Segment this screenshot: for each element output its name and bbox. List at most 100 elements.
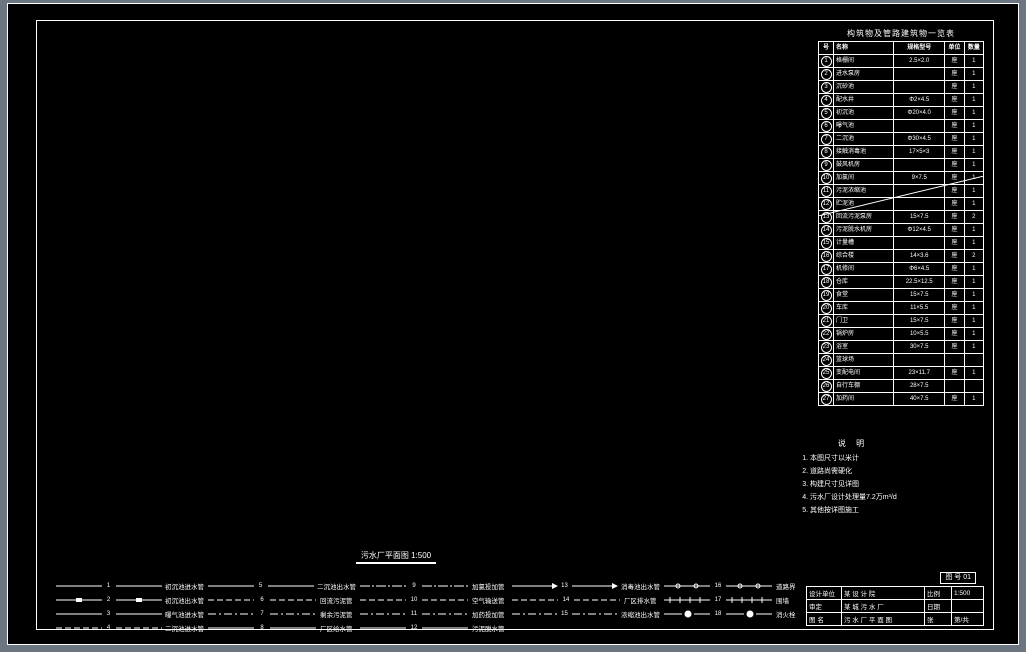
legend-line-icon: [664, 582, 710, 590]
legend-line-icon: [422, 596, 468, 604]
legend-item: 3曝气池进水管: [56, 607, 204, 620]
legend-num: 5: [257, 583, 265, 589]
legend-item: 13消毒池出水管: [512, 579, 660, 592]
tb-cell: 第/共: [952, 613, 984, 626]
tb-cell: 图 名: [807, 613, 842, 626]
table-row: 20车库11×5.5座1: [819, 302, 984, 315]
legend-label: 初沉池进水管: [165, 581, 204, 591]
notes-title: 说 明: [798, 438, 908, 449]
legend-num: 11: [410, 611, 418, 617]
legend-line-icon: [512, 582, 557, 590]
tb-cell: 比例: [925, 587, 952, 600]
legend-line-icon: [268, 582, 313, 590]
tb-cell: [952, 600, 984, 613]
legend-num: 10: [410, 597, 418, 603]
legend-num: 4: [105, 625, 113, 631]
legend-label: 浓缩池出水管: [621, 609, 660, 619]
tb-cell: 某 城 污 水 厂: [842, 600, 925, 613]
table-row: 26自行车棚28×7.5: [819, 380, 984, 393]
col-spec: 规格型号: [894, 42, 945, 55]
table-row: 17机修间Φ6×4.5座1: [819, 263, 984, 276]
legend-num: 2: [105, 597, 113, 603]
parts-list-title: 构筑物及管路建筑物一览表: [818, 28, 984, 39]
legend-num: 17: [714, 597, 722, 603]
table-row: 9鼓风机房座1: [819, 159, 984, 172]
legend-num: 12: [410, 625, 418, 631]
legend-line-icon: [726, 596, 772, 604]
notes-list: 本图尺寸以米计道路尚需硬化构建尺寸见详图污水厂设计处理量7.2万m³/d其他按详…: [798, 453, 908, 515]
legend-line-icon: [512, 610, 557, 618]
table-row: 2进水泵房座1: [819, 68, 984, 81]
notes-item: 其他按详图施工: [810, 505, 908, 515]
legend-label: 初沉池出水管: [165, 595, 204, 605]
legend-line-icon: [422, 624, 468, 632]
legend-label: 厂区排水管: [624, 595, 657, 605]
table-row: 24篮球场: [819, 354, 984, 367]
legend-label: 道路界: [776, 581, 796, 591]
legend-line-icon: [116, 610, 161, 618]
plan-title: 污水厂平面图 1:500: [356, 550, 436, 564]
legend-line-icon: [208, 610, 254, 618]
notes-item: 道路尚需硬化: [810, 466, 908, 476]
tb-cell: 审定: [807, 600, 842, 613]
parts-list-table: 构筑物及管路建筑物一览表 号 名称 规格型号 单位 数量 1格栅间2.5×2.0…: [818, 28, 984, 406]
table-row: 10加氯间9×7.5座1: [819, 172, 984, 185]
table-row: 21门卫15×7.5座1: [819, 315, 984, 328]
legend-item: 8 厂区给水管: [208, 621, 356, 634]
table-row: 4配水井Φ2×4.5座1: [819, 94, 984, 107]
col-name: 名称: [834, 42, 894, 55]
legend-line-icon: [726, 610, 772, 618]
tb-cell: 张: [925, 613, 952, 626]
legend-item: 14厂区排水管: [512, 593, 660, 606]
legend-item: 16道路界: [664, 579, 812, 592]
legend-item: 2 初沉池出水管: [56, 593, 204, 606]
tb-cell: 1:500: [952, 587, 984, 600]
tb-cell: 日期: [925, 600, 952, 613]
table-row: 5初沉池Φ20×4.0座1: [819, 107, 984, 120]
notes-item: 本图尺寸以米计: [810, 453, 908, 463]
table-row: 16综合楼14×3.6座2: [819, 250, 984, 263]
legend-line-icon: [422, 610, 468, 618]
legend-label: 剩余污泥管: [320, 609, 353, 619]
legend-label: 厂区给水管: [320, 623, 353, 633]
table-row: 18仓库22.5×12.5座1: [819, 276, 984, 289]
legend-label: 消毒池出水管: [621, 581, 660, 591]
legend-item: [512, 621, 660, 634]
legend-item: 9加氯投加管: [360, 579, 508, 592]
tb-cell: 某 设 计 院: [842, 587, 925, 600]
table-row: 22锅炉房10×5.5座1: [819, 328, 984, 341]
col-unit: 单位: [945, 42, 964, 55]
legend-item: 7剩余污泥管: [208, 607, 356, 620]
legend-line-icon: [572, 582, 617, 590]
legend-item: 10空气输送管: [360, 593, 508, 606]
legend-item: 6回流污泥管: [208, 593, 356, 606]
legend-line-icon: [360, 582, 406, 590]
legend-line-icon: [56, 624, 101, 632]
legend-line-icon: [664, 610, 710, 618]
legend-line-icon: [270, 624, 316, 632]
tb-cell: 污 水 厂 平 面 图: [842, 613, 925, 626]
legend-line-icon: [360, 624, 406, 632]
table-row: 23浴室30×7.5座1: [819, 341, 984, 354]
legend-num: 3: [105, 611, 113, 617]
legend-line-icon: [208, 624, 254, 632]
legend-num: 6: [258, 597, 266, 603]
cad-canvas: 构筑物及管路建筑物一览表 号 名称 规格型号 单位 数量 1格栅间2.5×2.0…: [8, 4, 1018, 644]
legend-num: 18: [714, 611, 722, 617]
legend-line-icon: [56, 596, 101, 604]
notes-item: 构建尺寸见详图: [810, 479, 908, 489]
legend-num: 8: [258, 625, 266, 631]
legend-line-icon: [512, 596, 558, 604]
legend-line-icon: [56, 582, 101, 590]
table-row: 3沉砂池座1: [819, 81, 984, 94]
title-block-row: 设计单位 某 设 计 院 比例 1:500: [807, 587, 984, 600]
legend-num: 9: [410, 583, 418, 589]
legend-line-icon: [360, 596, 406, 604]
tb-cell: 设计单位: [807, 587, 842, 600]
legend-label: 围墙: [776, 595, 789, 605]
parts-list: 号 名称 规格型号 单位 数量 1格栅间2.5×2.0座12进水泵房座13沉砂池…: [818, 41, 984, 406]
legend-line-icon: [574, 596, 620, 604]
legend-line-icon: [664, 596, 710, 604]
legend-label: 二沉池出水管: [317, 581, 356, 591]
plan-title-text: 污水厂平面图 1:500: [361, 551, 431, 560]
